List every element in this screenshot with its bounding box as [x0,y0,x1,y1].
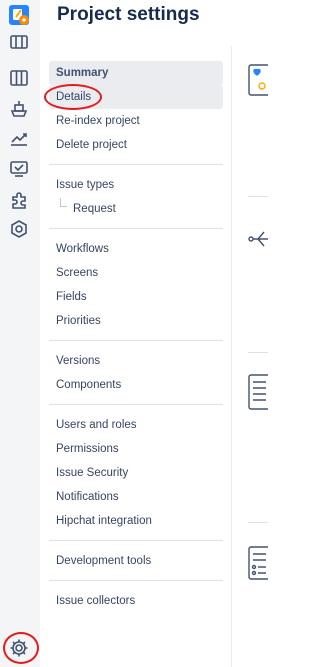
nav-item-workflows[interactable]: Workflows [49,237,223,261]
nav-item-reindex-project[interactable]: Re-index project [49,109,223,133]
nav-item-notifications[interactable]: Notifications [49,485,223,509]
components-icon[interactable] [8,218,30,240]
settings-nav: Summary Details Re-index project Delete … [49,61,223,613]
nav-item-users-and-roles[interactable]: Users and roles [49,413,223,437]
content-divider [231,46,232,667]
annotation-circle-details [44,84,102,110]
nav-item-fields[interactable]: Fields [49,285,223,309]
backlog-icon[interactable] [8,31,30,53]
annotation-circle-settings [3,632,39,664]
nav-item-screens[interactable]: Screens [49,261,223,285]
board-icon[interactable] [8,67,30,89]
nav-item-hipchat-integration[interactable]: Hipchat integration [49,509,223,533]
nav-item-delete-project[interactable]: Delete project [49,133,223,157]
nav-divider [49,164,223,165]
nav-divider [49,228,223,229]
tree-connector [60,198,67,207]
nav-divider [49,540,223,541]
nav-item-issue-security[interactable]: Issue Security [49,461,223,485]
permissions-illustration-icon [248,546,274,580]
nav-item-versions[interactable]: Versions [49,349,223,373]
sidebar-rail [0,0,40,667]
nav-item-issue-types[interactable]: Issue types [49,173,223,197]
issues-icon[interactable] [8,158,30,180]
nav-divider [49,340,223,341]
nav-item-priorities[interactable]: Priorities [49,309,223,333]
add-ons-icon[interactable] [8,189,30,211]
reports-icon[interactable] [8,128,30,150]
section-divider [248,352,268,353]
releases-icon[interactable] [8,98,30,120]
nav-item-development-tools[interactable]: Development tools [49,549,223,573]
nav-divider [49,580,223,581]
nav-item-issue-collectors[interactable]: Issue collectors [49,589,223,613]
project-avatar-icon[interactable] [8,4,30,26]
page-title: Project settings [57,4,200,25]
nav-item-components[interactable]: Components [49,373,223,397]
screens-illustration-icon [248,374,274,410]
details-illustration-icon [248,64,274,96]
section-divider [248,522,268,523]
section-divider [248,196,268,197]
workflow-illustration-icon [248,228,268,250]
nav-item-summary[interactable]: Summary [49,61,223,85]
nav-divider [49,404,223,405]
nav-item-permissions[interactable]: Permissions [49,437,223,461]
nav-item-request[interactable]: Request [49,197,223,221]
